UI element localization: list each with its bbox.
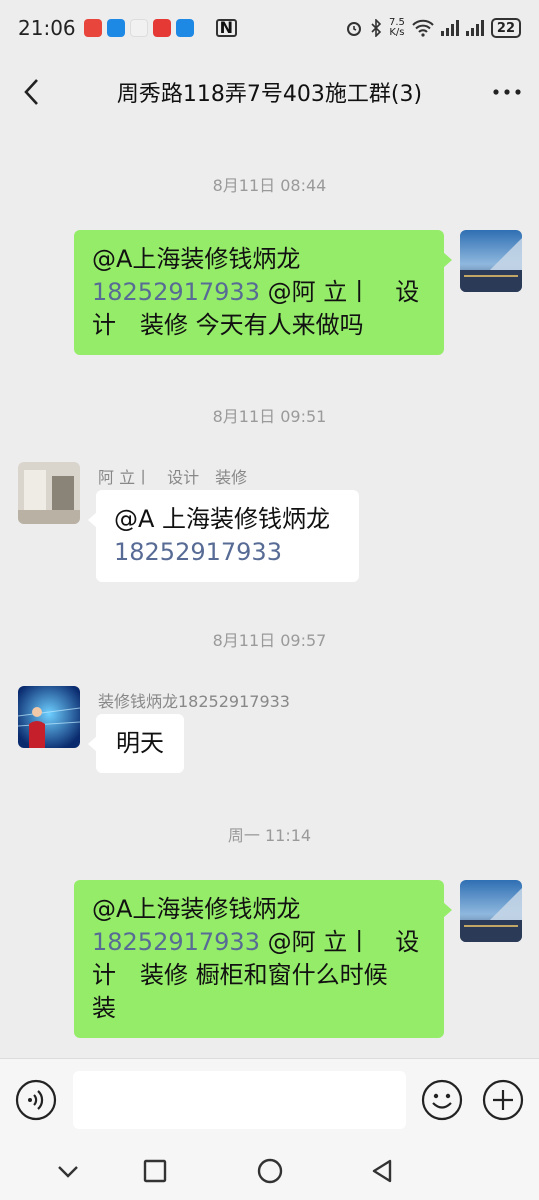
chat-title: 周秀路118弄7号403施工群(3) (116, 82, 423, 107)
app-notification-icon (106, 19, 125, 37)
square-recent-icon (143, 1159, 167, 1183)
voice-button[interactable] (15, 1079, 57, 1121)
sender-name: 阿 立丨 设计 装修 (98, 468, 248, 487)
message-text-part: @阿 立丨 设 (259, 928, 420, 956)
sender-name: 装修钱炳龙18252917933 (98, 692, 290, 711)
title-bar: 周秀路118弄7号403施工群(3) (0, 56, 539, 128)
emoji-button[interactable] (421, 1079, 463, 1121)
signal-icon (440, 20, 459, 36)
nav-recent-button[interactable] (140, 1156, 170, 1186)
bluetooth-icon (371, 19, 382, 37)
avatar-image (18, 686, 80, 748)
message-bubble[interactable]: @A 上海装修钱炳龙 18252917933 (96, 490, 359, 582)
message-timestamp: 8月11日 09:51 (212, 407, 327, 426)
message-text-part: 装 (92, 994, 116, 1022)
plus-circle-icon (482, 1079, 524, 1121)
network-speed-unit: K/s (389, 27, 405, 38)
app-notification-icon (129, 19, 148, 37)
app-notification-icon (175, 19, 194, 37)
input-bar (0, 1058, 539, 1142)
message-timestamp: 8月11日 09:57 (212, 631, 327, 650)
app-notification-icon (83, 19, 102, 37)
phone-link[interactable]: 18252917933 (114, 538, 282, 566)
bubble-tail (88, 736, 97, 752)
message-text-part: @阿 立丨 设 (259, 278, 420, 306)
network-speed: 7.5 K/s (389, 18, 405, 38)
nav-hide-button[interactable] (53, 1156, 83, 1186)
mention-text: @A上海装修钱炳龙 (92, 245, 301, 273)
bubble-tail (443, 902, 452, 918)
triangle-back-icon (372, 1159, 392, 1183)
status-time: 21:06 (18, 16, 76, 40)
chevron-left-icon (24, 79, 38, 105)
mention-text: @A 上海装修钱炳龙 (114, 505, 331, 533)
message-text: @A 上海装修钱炳龙 18252917933 (114, 503, 341, 569)
message-text: @A上海装修钱炳龙 18252917933 @阿 立丨 设 计 装修 橱柜和窗什… (92, 893, 426, 1025)
nav-home-button[interactable] (255, 1156, 285, 1186)
system-nav-bar (0, 1142, 539, 1200)
nav-back-button[interactable] (368, 1156, 398, 1186)
sender-avatar[interactable] (18, 686, 80, 748)
avatar-image (460, 230, 522, 292)
message-text: 明天 (116, 729, 164, 757)
message-bubble[interactable]: 明天 (96, 714, 184, 773)
nfc-icon: N (215, 19, 238, 37)
message-timestamp: 周一 11:14 (227, 826, 312, 845)
notification-icons (83, 19, 194, 37)
message-text-part: 计 装修 今天有人来做吗 (92, 311, 364, 339)
circle-home-icon (257, 1158, 283, 1184)
sender-avatar[interactable] (18, 462, 80, 524)
message-bubble[interactable]: @A上海装修钱炳龙 18252917933 @阿 立丨 设 计 装修 橱柜和窗什… (74, 880, 444, 1038)
phone-link[interactable]: 18252917933 (92, 278, 260, 306)
message-text: @A上海装修钱炳龙 18252917933 @阿 立丨 设 计 装修 今天有人来… (92, 243, 426, 342)
message-bubble[interactable]: @A上海装修钱炳龙 18252917933 @阿 立丨 设 计 装修 今天有人来… (74, 230, 444, 355)
avatar-image (18, 462, 80, 524)
message-timestamp: 8月11日 08:44 (212, 176, 327, 195)
more-horizontal-icon (493, 89, 521, 95)
phone-link[interactable]: 18252917933 (92, 928, 260, 956)
mention-text: @A上海装修钱炳龙 (92, 895, 301, 923)
my-avatar[interactable] (460, 880, 522, 942)
alarm-icon (347, 22, 361, 36)
emoji-icon (421, 1079, 463, 1121)
back-button[interactable] (0, 56, 64, 128)
status-bar: 21:06 N 7.5 K/s 22 (0, 0, 539, 56)
message-input[interactable] (73, 1071, 406, 1129)
bubble-tail (88, 512, 97, 528)
voice-icon (15, 1079, 57, 1121)
battery-icon: 22 (490, 18, 521, 38)
wifi-icon (412, 19, 434, 37)
avatar-image (460, 880, 522, 942)
my-avatar[interactable] (460, 230, 522, 292)
chevron-down-icon (58, 1166, 78, 1178)
more-button[interactable] (475, 56, 539, 128)
bubble-tail (443, 252, 452, 268)
app-notification-icon (152, 19, 171, 37)
battery-level: 22 (496, 20, 515, 36)
add-button[interactable] (482, 1079, 524, 1121)
message-text-part: 计 装修 橱柜和窗什么时候 (92, 961, 388, 989)
signal-icon (465, 20, 484, 36)
